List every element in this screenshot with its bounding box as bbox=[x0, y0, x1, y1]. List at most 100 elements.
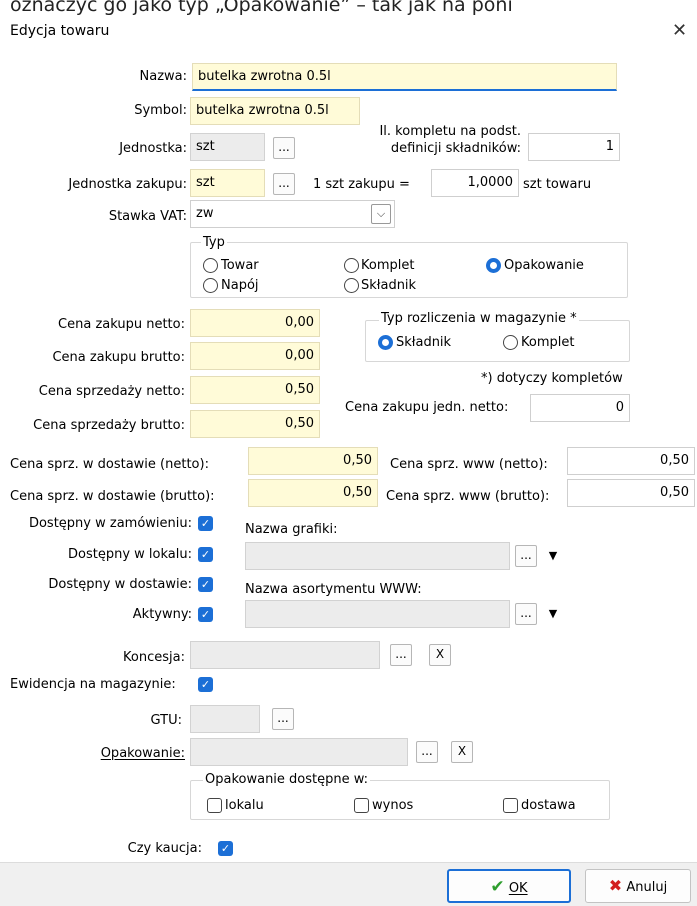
nazwa-grafiki-label: Nazwa grafiki: bbox=[245, 522, 338, 537]
rozliczenie-group-title: Typ rozliczenia w magazynie * bbox=[379, 311, 579, 326]
gtu-browse-button[interactable]: ... bbox=[272, 708, 294, 730]
cancel-button-label: Anuluj bbox=[626, 880, 668, 895]
cena-zakupu-netto-input[interactable]: 0,00 bbox=[190, 309, 320, 337]
nazwa-grafiki-browse-button[interactable]: ... bbox=[515, 545, 537, 567]
rozliczenie-skladnik-radio[interactable] bbox=[378, 335, 393, 350]
ewidencja-label: Ewidencja na magazynie: bbox=[10, 677, 176, 692]
stawka-vat-select[interactable]: zw bbox=[190, 200, 395, 228]
opakowanie-dostawa-label[interactable]: dostawa bbox=[521, 798, 576, 813]
typ-opakowanie-radio[interactable] bbox=[486, 258, 501, 273]
ewidencja-checkbox[interactable]: ✓ bbox=[198, 677, 213, 692]
kompletu-input[interactable]: 1 bbox=[528, 133, 620, 161]
opakowanie-dostawa-checkbox[interactable] bbox=[503, 798, 518, 813]
koncesja-input[interactable] bbox=[190, 641, 380, 669]
cena-zakupu-jedn-netto-input[interactable]: 0 bbox=[530, 394, 630, 422]
nazwa-grafiki-dropdown-icon[interactable]: ▼ bbox=[546, 545, 560, 567]
opakowanie-dostepne-title: Opakowanie dostępne w: bbox=[203, 772, 371, 787]
opakowanie-label: Opakowanie: bbox=[100, 746, 185, 761]
cena-sprzedazy-netto-label: Cena sprzedaży netto: bbox=[38, 384, 185, 399]
dostepny-zamowieniu-label: Dostępny w zamówieniu: bbox=[28, 516, 192, 531]
rozliczenie-komplet-label[interactable]: Komplet bbox=[521, 335, 574, 350]
top-caption: oznaczyć go jako typ „Opakowanie” – tak … bbox=[10, 0, 513, 16]
jednostka-input[interactable]: szt bbox=[190, 133, 265, 161]
cena-dostawa-brutto-input[interactable]: 0,50 bbox=[248, 479, 378, 507]
cena-zakupu-netto-label: Cena zakupu netto: bbox=[58, 317, 185, 332]
nazwa-input[interactable]: butelka zwrotna 0.5l bbox=[192, 63, 617, 91]
koncesja-browse-button[interactable]: ... bbox=[390, 644, 412, 666]
dostepny-dostawie-label: Dostępny w dostawie: bbox=[48, 577, 192, 592]
x-icon: ✖ bbox=[608, 876, 623, 895]
cena-zakupu-jedn-netto-label: Cena zakupu jedn. netto: bbox=[345, 400, 509, 415]
typ-towar-radio[interactable] bbox=[203, 258, 218, 273]
jednostka-browse-button[interactable]: ... bbox=[273, 137, 295, 159]
typ-napoj-radio[interactable] bbox=[203, 278, 218, 293]
przelicznik-unit-label: szt towaru bbox=[523, 177, 592, 192]
cancel-button[interactable]: ✖ Anuluj bbox=[585, 869, 691, 903]
koncesja-clear-button[interactable]: X bbox=[429, 644, 451, 666]
typ-opakowanie-label[interactable]: Opakowanie bbox=[504, 258, 584, 273]
symbol-label: Symbol: bbox=[134, 103, 187, 118]
dostepny-zamowieniu-checkbox[interactable]: ✓ bbox=[198, 516, 213, 531]
rozliczenie-komplet-radio[interactable] bbox=[503, 335, 518, 350]
cena-sprzedazy-brutto-label: Cena sprzedaży brutto: bbox=[33, 418, 185, 433]
czy-kaucja-label: Czy kaucja: bbox=[127, 841, 202, 856]
cena-zakupu-brutto-input[interactable]: 0,00 bbox=[190, 342, 320, 370]
jednostka-zakupu-browse-button[interactable]: ... bbox=[273, 173, 295, 195]
cena-sprzedazy-brutto-input[interactable]: 0,50 bbox=[190, 410, 320, 438]
close-icon[interactable]: ✕ bbox=[672, 20, 687, 41]
typ-skladnik-label[interactable]: Składnik bbox=[361, 278, 416, 293]
cena-sprzedazy-netto-input[interactable]: 0,50 bbox=[190, 376, 320, 404]
dostepny-lokalu-checkbox[interactable]: ✓ bbox=[198, 547, 213, 562]
cena-dostawa-brutto-label: Cena sprz. w dostawie (brutto): bbox=[10, 489, 215, 504]
nazwa-asortymentu-input[interactable] bbox=[245, 600, 510, 628]
typ-komplet-radio[interactable] bbox=[344, 258, 359, 273]
czy-kaucja-checkbox[interactable]: ✓ bbox=[218, 841, 233, 856]
window-titlebar: Edycja towaru ✕ bbox=[0, 18, 697, 48]
typ-napoj-label[interactable]: Napój bbox=[221, 278, 259, 293]
dostepny-lokalu-label: Dostępny w lokalu: bbox=[68, 547, 192, 562]
opakowanie-lokalu-checkbox[interactable] bbox=[207, 798, 222, 813]
stawka-vat-label: Stawka VAT: bbox=[108, 209, 187, 224]
cena-www-netto-input[interactable]: 0,50 bbox=[567, 447, 695, 475]
dialog-footer: ✔ OK ✖ Anuluj bbox=[0, 862, 697, 906]
nazwa-asortymentu-label: Nazwa asortymentu WWW: bbox=[245, 582, 422, 597]
ok-button[interactable]: ✔ OK bbox=[447, 869, 571, 903]
opakowanie-browse-button[interactable]: ... bbox=[416, 741, 438, 763]
opakowanie-input[interactable] bbox=[190, 738, 408, 766]
typ-komplet-label[interactable]: Komplet bbox=[361, 258, 414, 273]
gtu-input[interactable] bbox=[190, 705, 260, 733]
rozliczenie-skladnik-label[interactable]: Składnik bbox=[396, 335, 451, 350]
kompletu-label: Il. kompletu na podst. definicji składni… bbox=[379, 124, 521, 156]
dostepny-dostawie-checkbox[interactable]: ✓ bbox=[198, 577, 213, 592]
opakowanie-wynos-label[interactable]: wynos bbox=[372, 798, 413, 813]
opakowanie-clear-button[interactable]: X bbox=[451, 741, 473, 763]
typ-group-title: Typ bbox=[201, 235, 227, 250]
przelicznik-label: 1 szt zakupu = bbox=[313, 177, 410, 192]
aktywny-label: Aktywny: bbox=[132, 607, 192, 622]
typ-skladnik-radio[interactable] bbox=[344, 278, 359, 293]
jednostka-zakupu-label: Jednostka zakupu: bbox=[68, 177, 187, 192]
nazwa-label: Nazwa: bbox=[139, 69, 188, 84]
opakowanie-lokalu-label[interactable]: lokalu bbox=[225, 798, 264, 813]
koncesja-label: Koncesja: bbox=[123, 650, 185, 665]
cena-www-brutto-label: Cena sprz. www (brutto): bbox=[386, 489, 550, 504]
chevron-down-icon[interactable]: ⌵ bbox=[371, 204, 391, 224]
window-title: Edycja towaru bbox=[10, 23, 110, 39]
opakowanie-wynos-checkbox[interactable] bbox=[354, 798, 369, 813]
przelicznik-input[interactable]: 1,0000 bbox=[431, 169, 519, 197]
jednostka-zakupu-input[interactable]: szt bbox=[190, 169, 265, 197]
nazwa-grafiki-input[interactable] bbox=[245, 542, 510, 570]
symbol-input[interactable]: butelka zwrotna 0.5l bbox=[190, 97, 360, 125]
checkmark-icon: ✔ bbox=[490, 877, 505, 897]
cena-dostawa-netto-label: Cena sprz. w dostawie (netto): bbox=[10, 457, 209, 472]
cena-zakupu-brutto-label: Cena zakupu brutto: bbox=[52, 350, 185, 365]
ok-button-label: OK bbox=[508, 881, 528, 896]
cena-www-netto-label: Cena sprz. www (netto): bbox=[390, 457, 548, 472]
gtu-label: GTU: bbox=[150, 713, 182, 728]
typ-towar-label[interactable]: Towar bbox=[221, 258, 259, 273]
nazwa-asortymentu-dropdown-icon[interactable]: ▼ bbox=[546, 603, 560, 625]
nazwa-asortymentu-browse-button[interactable]: ... bbox=[515, 603, 537, 625]
aktywny-checkbox[interactable]: ✓ bbox=[198, 607, 213, 622]
cena-dostawa-netto-input[interactable]: 0,50 bbox=[248, 447, 378, 475]
cena-www-brutto-input[interactable]: 0,50 bbox=[567, 479, 695, 507]
